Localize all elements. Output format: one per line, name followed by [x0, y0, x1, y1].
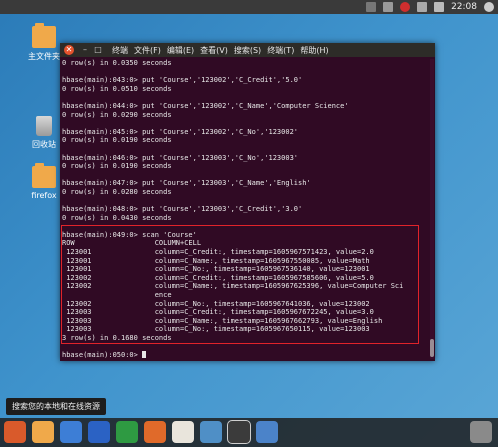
terminal-line: 0 row(s) in 0.0430 seconds — [62, 213, 172, 222]
terminal-line: 0 row(s) in 0.0290 seconds — [62, 110, 172, 119]
terminal-cursor — [142, 351, 147, 359]
terminal-line: 123001 column=C_No:, timestamp=160596753… — [62, 265, 370, 274]
terminal-line: 0 row(s) in 0.0350 seconds — [62, 59, 172, 67]
terminal-line: hbase(main):047:0> put 'Course','123003'… — [62, 179, 311, 188]
spreadsheet-icon[interactable] — [116, 421, 138, 443]
terminal-line: 0 row(s) in 0.0510 seconds — [62, 84, 172, 93]
terminal-line: ence — [62, 291, 172, 300]
power-icon[interactable] — [484, 2, 494, 12]
files-icon[interactable] — [32, 421, 54, 443]
menu-item-view[interactable]: 查看(V) — [200, 45, 228, 56]
network-icon[interactable] — [383, 2, 394, 12]
terminal-output[interactable]: 0 row(s) in 0.0350 seconds hbase(main):04… — [62, 59, 428, 359]
no-entry-icon[interactable] — [400, 2, 411, 12]
workspace-switcher-icon[interactable] — [256, 421, 278, 443]
terminal-line: 3 row(s) in 0.1680 seconds — [62, 334, 172, 342]
terminal-line: hbase(main):049:0> scan 'Course' — [62, 230, 197, 239]
menu-item-search[interactable]: 搜索(S) — [234, 45, 261, 56]
mail-client-icon[interactable] — [200, 421, 222, 443]
scrollbar-thumb[interactable] — [430, 339, 434, 357]
clock[interactable]: 22:08 — [451, 2, 477, 12]
dash-tooltip: 搜索您的本地和在线资源 — [6, 398, 106, 415]
terminal-line: 0 row(s) in 0.0190 seconds — [62, 136, 172, 145]
terminal-line: ROW COLUMN+CELL — [62, 239, 202, 248]
dash-icon[interactable] — [4, 421, 26, 443]
terminal-window[interactable]: ✕ – □ 终端 文件(F) 编辑(E) 查看(V) 搜索(S) 终端(T) 帮… — [60, 43, 435, 361]
terminal-scrollbar[interactable] — [430, 59, 434, 359]
terminal-line: 123001 column=C_Name:, timestamp=1605967… — [62, 256, 370, 265]
terminal-line: hbase(main):046:0> put 'Course','123003'… — [62, 153, 299, 162]
terminal-line: 123003 column=C_Credit:, timestamp=16059… — [62, 308, 374, 317]
trash-dock-icon[interactable] — [470, 421, 492, 443]
terminal-line: hbase(main):045:0> put 'Course','123002'… — [62, 127, 299, 136]
terminal-line: 123002 column=C_Name:, timestamp=1605967… — [62, 282, 404, 291]
menu-item-edit[interactable]: 编辑(E) — [167, 45, 194, 56]
presentation-icon[interactable] — [144, 421, 166, 443]
chromium-icon[interactable] — [60, 421, 82, 443]
writer-icon[interactable] — [88, 421, 110, 443]
terminal-titlebar[interactable]: ✕ – □ 终端 文件(F) 编辑(E) 查看(V) 搜索(S) 终端(T) 帮… — [60, 43, 435, 57]
menu-item-help[interactable]: 帮助(H) — [300, 45, 328, 56]
terminal-line: 123002 column=C_No:, timestamp=160596764… — [62, 299, 370, 308]
terminal-line: 0 row(s) in 0.0190 seconds — [62, 162, 172, 171]
system-tray: 22:08 — [366, 1, 494, 13]
terminal-icon[interactable] — [227, 420, 251, 444]
terminal-line: hbase(main):050:0> — [62, 351, 428, 360]
desktop-icon-label: 回收站 — [32, 140, 56, 149]
terminal-line: 123002 column=C_Credit:, timestamp=16059… — [62, 273, 374, 282]
mail-icon[interactable] — [417, 2, 428, 12]
terminal-line: 123003 column=C_Name:, timestamp=1605967… — [62, 316, 383, 325]
minimize-icon[interactable]: – — [80, 45, 90, 55]
menu-item-file[interactable]: 文件(F) — [134, 45, 161, 56]
folder-icon — [32, 23, 56, 48]
terminal-line: 123003 column=C_No:, timestamp=160596765… — [62, 325, 370, 334]
close-icon[interactable]: ✕ — [64, 45, 74, 55]
launcher-dock — [0, 418, 498, 447]
terminal-line: hbase(main):043:0> put 'Course','123002'… — [62, 76, 303, 85]
terminal-line: hbase(main):044:0> put 'Course','123002'… — [62, 101, 349, 110]
terminal-line: hbase(main):048:0> put 'Course','123003'… — [62, 205, 303, 214]
folder-icon — [32, 163, 56, 188]
desktop-icon-label: 主文件夹 — [28, 52, 60, 61]
terminal-menu: 终端 文件(F) 编辑(E) 查看(V) 搜索(S) 终端(T) 帮助(H) — [112, 45, 329, 56]
trash-icon — [36, 116, 52, 136]
menu-item-terminal[interactable]: 终端(T) — [267, 45, 294, 56]
top-panel: 22:08 — [0, 0, 498, 14]
terminal-line: 0 row(s) in 0.0280 seconds — [62, 187, 172, 196]
terminal-line: 123001 column=C_Credit:, timestamp=16059… — [62, 248, 374, 257]
maximize-icon[interactable]: □ — [93, 45, 103, 55]
volume-icon[interactable] — [434, 2, 445, 12]
menu-item-terminal-title[interactable]: 终端 — [112, 45, 128, 56]
software-center-icon[interactable] — [172, 421, 194, 443]
desktop-icon-label: firefox — [31, 191, 57, 200]
settings-icon[interactable] — [366, 2, 377, 12]
